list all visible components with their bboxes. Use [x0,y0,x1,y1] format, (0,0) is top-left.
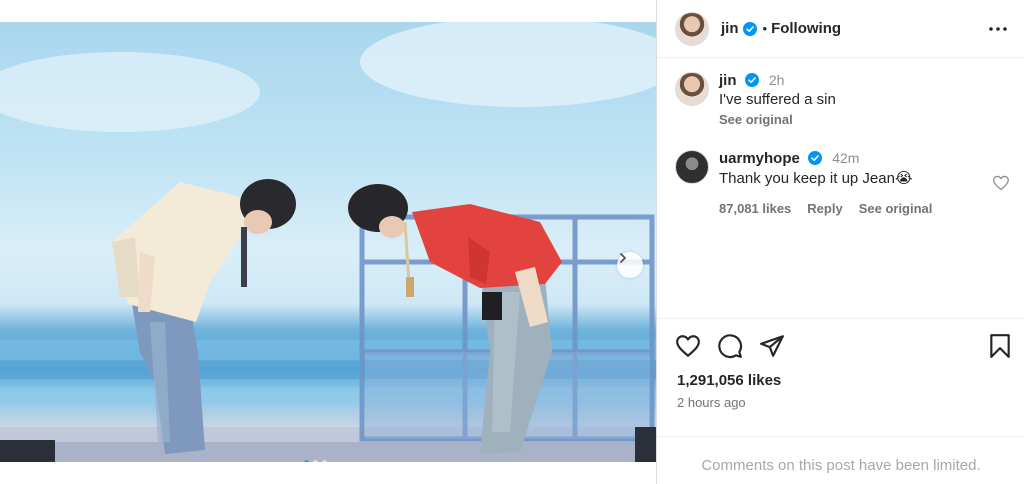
comments-limited-notice: Comments on this post have been limited. [657,436,1024,474]
following-button[interactable]: Following [771,20,841,37]
caption-see-original[interactable]: See original [719,112,836,127]
carousel-next-button[interactable] [617,252,643,278]
caption-avatar[interactable] [675,72,709,106]
chevron-right-icon [620,253,626,263]
save-button[interactable] [989,333,1011,359]
like-button[interactable] [675,334,701,358]
share-button[interactable] [759,334,785,358]
comment-time[interactable]: 42m [832,150,859,166]
heart-icon [993,175,1009,191]
post-photo [0,22,656,462]
heart-icon [676,335,700,357]
bookmark-icon [990,334,1010,358]
post-like-count[interactable]: 1,291,056 likes [677,372,781,389]
post-header: jin • Following [657,0,1024,58]
commenter-avatar[interactable] [675,150,709,184]
carousel-dot [304,460,309,462]
comment-text: Thank you keep it up Jean😭 [719,170,913,187]
verified-badge-icon [742,21,757,36]
more-options-button[interactable] [986,17,1010,41]
header-separator: • [762,21,768,36]
comment-icon [718,334,743,359]
carousel-indicator [304,460,327,462]
carousel-dot [322,460,327,462]
post-actions [657,318,1024,359]
comment-button[interactable] [717,333,743,359]
caption-time[interactable]: 2h [769,72,785,88]
post-timestamp[interactable]: 2 hours ago [677,395,746,410]
comment-username[interactable]: uarmyhope [719,150,800,167]
post-media[interactable] [0,22,656,462]
post-caption: jin 2h I've suffered a sin See original [675,72,836,127]
carousel-dot [313,460,318,462]
verified-badge-icon [808,151,823,165]
comment-like-button[interactable] [992,175,1010,196]
caption-username[interactable]: jin [719,72,737,89]
author-avatar[interactable] [675,11,709,46]
post-details-panel: jin • Following jin 2h I've suffered a s… [656,0,1024,484]
comment-item: uarmyhope 42m Thank you keep it up Jean😭… [675,150,932,216]
author-username[interactable]: jin [721,20,739,37]
comment-see-original[interactable]: See original [859,201,933,216]
verified-badge-icon [744,73,759,87]
comment-likes[interactable]: 87,081 likes [719,201,791,216]
comment-reply-button[interactable]: Reply [807,201,842,216]
more-options-icon [989,26,1007,31]
share-icon [760,335,784,357]
caption-text: I've suffered a sin [719,91,836,108]
